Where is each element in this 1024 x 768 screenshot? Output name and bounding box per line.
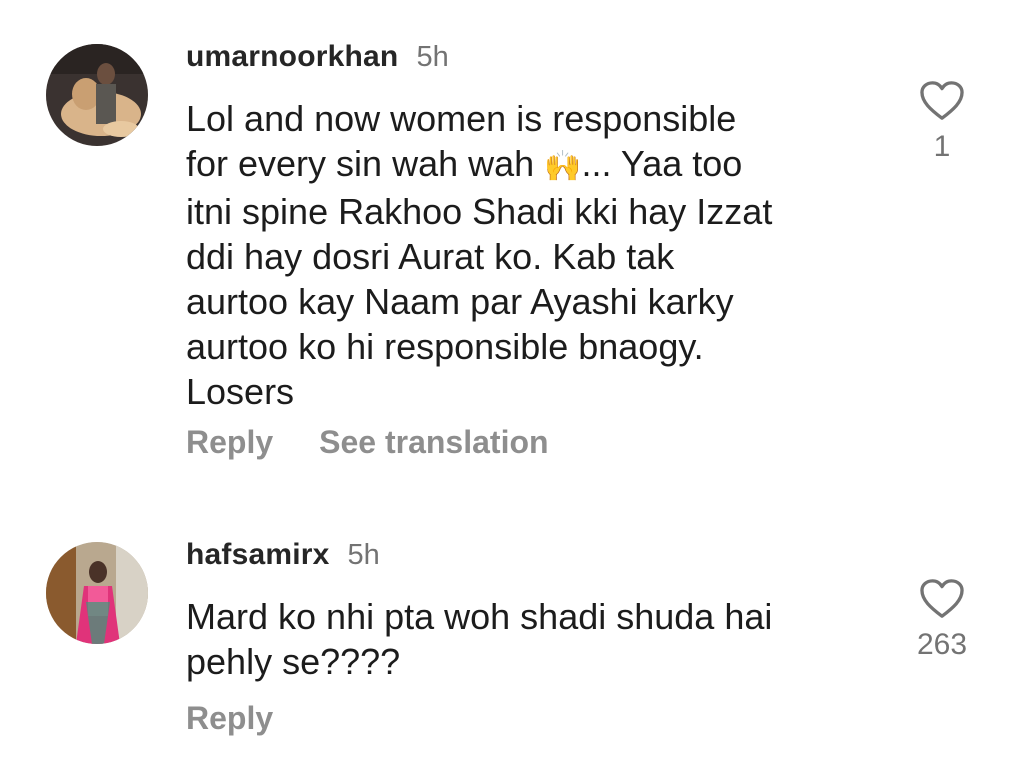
comment-line: Mard ko nhi pta woh shadi shuda hai (186, 596, 773, 637)
username[interactable]: umarnoorkhan (186, 40, 398, 74)
heart-icon[interactable] (919, 578, 965, 620)
comment-line: aurtoo ko hi responsible bnaogy. (186, 326, 704, 367)
comment-line-part: ... Yaa too (581, 143, 743, 184)
timestamp: 5h (416, 41, 449, 73)
comment-line: aurtoo kay Naam par Ayashi karky (186, 281, 734, 322)
comment-header: hafsamirx 5h (186, 538, 380, 572)
like-control: 1 (902, 80, 982, 164)
reply-button[interactable]: Reply (186, 424, 273, 461)
reply-button[interactable]: Reply (186, 700, 273, 737)
comment-text: Mard ko nhi pta woh shadi shuda hai pehl… (186, 594, 876, 684)
like-control: 263 (902, 578, 982, 662)
comment-actions: Reply (186, 700, 319, 737)
raising-hands-emoji-icon: 🙌 (544, 150, 582, 183)
heart-icon[interactable] (919, 80, 965, 122)
avatar-image (46, 44, 148, 146)
comment-line: for every sin wah wah 🙌... Yaa too (186, 141, 876, 189)
comment-header: umarnoorkhan 5h (186, 40, 449, 74)
timestamp: 5h (347, 539, 380, 571)
comment-actions: Reply See translation (186, 424, 595, 461)
comment-line: pehly se???? (186, 641, 401, 682)
comment-line: itni spine Rakhoo Shadi kki hay Izzat (186, 191, 773, 232)
avatar[interactable] (46, 44, 148, 146)
avatar[interactable] (46, 542, 148, 644)
username[interactable]: hafsamirx (186, 538, 330, 572)
comment-line: ddi hay dosri Aurat ko. Kab tak (186, 236, 675, 277)
comment-line: Losers (186, 371, 295, 412)
like-count: 263 (916, 628, 968, 661)
like-count: 1 (933, 130, 951, 163)
comment-line: Lol and now women is responsible (186, 98, 737, 139)
avatar-image (46, 542, 148, 644)
see-translation-button[interactable]: See translation (319, 424, 548, 461)
comment-text: Lol and now women is responsible for eve… (186, 96, 876, 414)
comment-line-part: for every sin wah wah (186, 143, 535, 184)
